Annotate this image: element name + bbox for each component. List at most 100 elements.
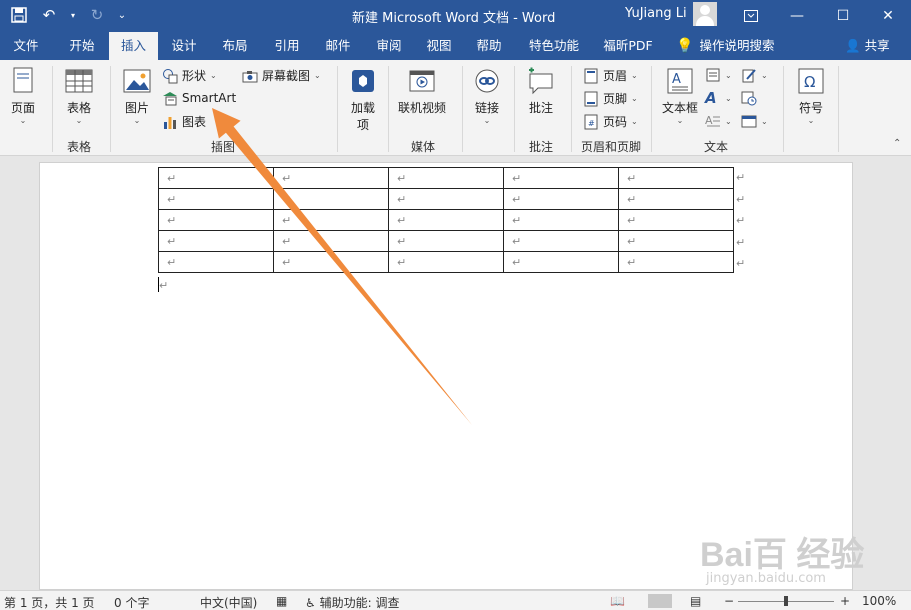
- table-cell[interactable]: ↵: [388, 188, 504, 210]
- table-cell[interactable]: ↵: [158, 188, 274, 210]
- tab-home[interactable]: 开始: [62, 32, 102, 60]
- table-cell[interactable]: ↵: [618, 251, 734, 273]
- chart-label: 图表: [182, 115, 207, 129]
- smartart-button[interactable]: SmartArt: [162, 90, 236, 106]
- row-end-mark: ↵: [736, 235, 746, 249]
- table-cell[interactable]: ↵: [388, 167, 504, 189]
- table-cell[interactable]: ↵: [158, 167, 274, 189]
- table-cell[interactable]: ↵: [618, 209, 734, 231]
- picture-button[interactable]: 图片 ⌄: [122, 66, 152, 125]
- footer-button[interactable]: 页脚 ⌄: [583, 90, 638, 107]
- table-cell[interactable]: ↵: [273, 167, 389, 189]
- textbox-button[interactable]: A 文本框 ⌄: [662, 66, 698, 125]
- collapse-ribbon-icon[interactable]: ⌃: [893, 138, 901, 149]
- symbols-button[interactable]: Ω 符号 ⌄: [796, 66, 826, 125]
- zoom-in-button[interactable]: +: [840, 594, 850, 608]
- header-button[interactable]: 页眉 ⌄: [583, 67, 638, 84]
- table-cell[interactable]: ↵: [618, 167, 734, 189]
- web-layout-icon[interactable]: ▤: [690, 594, 701, 608]
- table-cell[interactable]: ↵: [158, 251, 274, 273]
- zoom-out-button[interactable]: −: [724, 594, 734, 608]
- tab-layout[interactable]: 布局: [217, 32, 253, 60]
- quick-parts-button[interactable]: ⌄: [705, 67, 732, 83]
- word-count[interactable]: 0 个字: [114, 594, 149, 610]
- document-area: ↵ ↵ ↵ ↵ ↵ ↵ ↵ ↵ ↵ ↵ ↵ ↵ ↵ ↵ ↵ ↵ ↵ ↵ ↵ ↵ ↵ ↵ ↵ ↵ ↵ ↵ ↵ ↵ ↵ ↵ ↵: [0, 157, 911, 590]
- addins-button[interactable]: 加载 项: [348, 66, 378, 133]
- chevron-down-icon: ⌄: [314, 71, 321, 80]
- avatar[interactable]: [693, 2, 717, 26]
- table-cell[interactable]: ↵: [273, 188, 389, 210]
- wordart-button[interactable]: A ⌄: [705, 90, 732, 106]
- tab-mailings[interactable]: 邮件: [320, 32, 356, 60]
- accessibility-checker[interactable]: ♿ 辅助功能: 调查: [305, 594, 399, 610]
- comment-label: 批注: [528, 101, 553, 115]
- pages-button[interactable]: 页面 ⌄: [8, 66, 38, 125]
- zoom-level[interactable]: 100%: [862, 594, 896, 608]
- table-cell[interactable]: ↵: [158, 209, 274, 231]
- tab-references[interactable]: 引用: [269, 32, 305, 60]
- tab-help[interactable]: 帮助: [471, 32, 507, 60]
- table-cell[interactable]: ↵: [503, 230, 619, 252]
- object-button[interactable]: ⌄: [741, 113, 768, 129]
- print-layout-icon[interactable]: [648, 594, 672, 608]
- watermark-main: Bai百 经验: [700, 536, 865, 574]
- table-cell[interactable]: ↵: [503, 167, 619, 189]
- table-cell[interactable]: ↵: [503, 209, 619, 231]
- document-table[interactable]: ↵ ↵ ↵ ↵ ↵ ↵ ↵ ↵ ↵ ↵ ↵ ↵ ↵ ↵ ↵ ↵ ↵ ↵ ↵ ↵ ↵ ↵ ↵ ↵ ↵: [158, 167, 734, 273]
- table-cell[interactable]: ↵: [503, 251, 619, 273]
- comment-button[interactable]: 批注: [526, 66, 556, 116]
- ribbon-tabs: 文件 开始 插入 设计 布局 引用 邮件 审阅 视图 帮助 特色功能 福昕PDF…: [0, 32, 911, 60]
- table-cell[interactable]: ↵: [158, 230, 274, 252]
- table-cell[interactable]: ↵: [618, 188, 734, 210]
- table-button[interactable]: 表格 ⌄: [64, 66, 94, 125]
- table-cell[interactable]: ↵: [618, 230, 734, 252]
- customize-qat-icon[interactable]: ⌄: [116, 4, 128, 26]
- addins-label-1: 加载: [350, 101, 375, 115]
- table-cell[interactable]: ↵: [273, 209, 389, 231]
- tab-file[interactable]: 文件: [6, 32, 46, 60]
- signature-line-button[interactable]: ⌄: [741, 67, 768, 83]
- divider: [110, 66, 111, 152]
- read-mode-icon[interactable]: 📖: [610, 594, 625, 608]
- online-video-button[interactable]: 联机视频: [398, 66, 446, 116]
- close-button[interactable]: ✕: [865, 0, 911, 32]
- drop-cap-button[interactable]: A ⌄: [705, 113, 732, 129]
- table-cell[interactable]: ↵: [388, 230, 504, 252]
- omega-icon: Ω: [796, 66, 826, 96]
- tab-view[interactable]: 视图: [421, 32, 457, 60]
- chart-button[interactable]: 图表: [162, 113, 206, 130]
- undo-icon[interactable]: ↶: [38, 4, 60, 26]
- language-indicator[interactable]: 中文(中国): [200, 594, 257, 610]
- tab-insert[interactable]: 插入: [109, 32, 158, 60]
- date-time-button[interactable]: [741, 90, 757, 106]
- share-label: 共享: [864, 38, 890, 53]
- undo-dropdown-icon[interactable]: ▾: [68, 4, 78, 26]
- tab-special-features[interactable]: 特色功能: [525, 32, 583, 60]
- zoom-slider-thumb[interactable]: [784, 596, 788, 606]
- table-cell[interactable]: ↵: [388, 209, 504, 231]
- screenshot-button[interactable]: 屏幕截图 ⌄: [242, 67, 321, 84]
- tab-review[interactable]: 审阅: [371, 32, 407, 60]
- document-page[interactable]: ↵ ↵ ↵ ↵ ↵ ↵ ↵ ↵ ↵ ↵ ↵ ↵ ↵ ↵ ↵ ↵ ↵ ↵ ↵ ↵ ↵ ↵ ↵ ↵ ↵ ↵ ↵ ↵ ↵ ↵ ↵: [39, 162, 853, 590]
- table-cell[interactable]: ↵: [273, 251, 389, 273]
- share-button[interactable]: 👤 共享: [845, 32, 890, 60]
- redo-icon[interactable]: ↻: [86, 4, 108, 26]
- tab-foxit-pdf[interactable]: 福昕PDF: [600, 32, 656, 60]
- save-icon[interactable]: [8, 4, 30, 26]
- page-count[interactable]: 第 1 页，共 1 页: [4, 594, 95, 610]
- minimize-button[interactable]: —: [774, 0, 820, 32]
- page-number-label: 页码: [603, 115, 628, 129]
- table-cell[interactable]: ↵: [273, 230, 389, 252]
- shapes-button[interactable]: 形状 ⌄: [162, 67, 217, 84]
- table-cell[interactable]: ↵: [503, 188, 619, 210]
- table-cell[interactable]: ↵: [388, 251, 504, 273]
- user-name[interactable]: YuJiang Li: [625, 6, 687, 21]
- maximize-button[interactable]: ☐: [820, 0, 866, 32]
- macro-icon[interactable]: ▦: [276, 594, 287, 608]
- ribbon-display-options-button[interactable]: [728, 0, 774, 32]
- tab-design[interactable]: 设计: [166, 32, 202, 60]
- page-number-button[interactable]: # 页码 ⌄: [583, 113, 638, 130]
- tell-me-search[interactable]: 💡 操作说明搜索: [676, 32, 786, 60]
- links-button[interactable]: 链接 ⌄: [472, 66, 502, 125]
- comment-icon: [526, 66, 556, 96]
